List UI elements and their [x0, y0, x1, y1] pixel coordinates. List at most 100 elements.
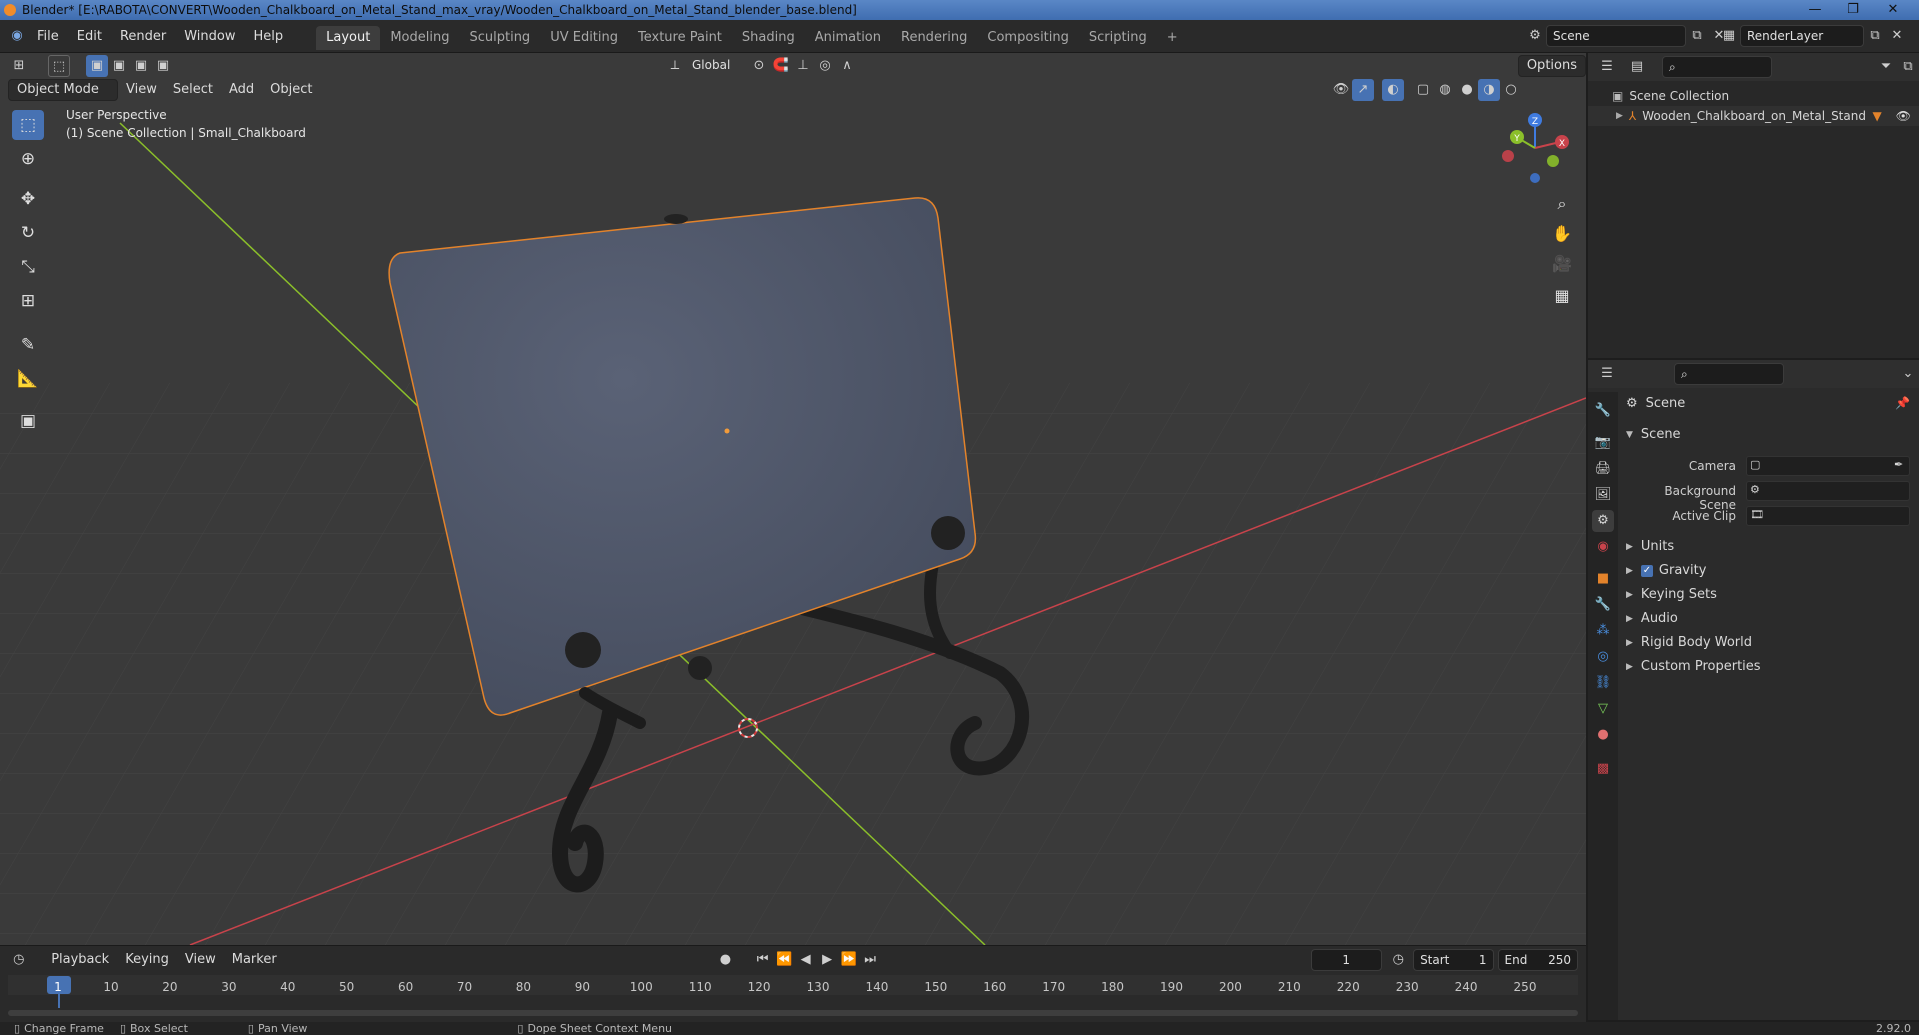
- editor-type-icon[interactable]: ⊞: [8, 55, 30, 77]
- viewport-menu-object[interactable]: Object: [262, 78, 320, 102]
- render-tab-icon[interactable]: 📷: [1592, 432, 1614, 454]
- start-frame-field[interactable]: Start 1: [1413, 949, 1494, 971]
- scene-new-icon[interactable]: ⧉: [1686, 25, 1708, 47]
- camera-view-icon[interactable]: 🎥: [1548, 250, 1576, 278]
- custom-properties-subpanel[interactable]: ▶ Custom Properties: [1626, 659, 1761, 674]
- snap-icon[interactable]: 🧲: [770, 55, 792, 77]
- gravity-checkbox[interactable]: ✓: [1640, 564, 1653, 577]
- new-collection-icon[interactable]: ⧉: [1897, 56, 1919, 78]
- scene-selector[interactable]: ⚙ Scene ⧉ ✕: [1524, 25, 1730, 47]
- use-preview-range-icon[interactable]: ◷: [1388, 949, 1410, 971]
- navigation-gizmo[interactable]: Z X Y: [1490, 108, 1570, 188]
- viewport-menu-view[interactable]: View: [118, 78, 165, 102]
- timeline-menu-playback[interactable]: Playback: [43, 948, 117, 972]
- object-tab-icon[interactable]: ■: [1592, 568, 1614, 590]
- physics-tab-icon[interactable]: ◎: [1592, 646, 1614, 668]
- outliner-item-row[interactable]: ▶ ⅄ Wooden_Chalkboard_on_Metal_Stand ▼ 👁: [1588, 106, 1919, 126]
- add-workspace-button[interactable]: +: [1157, 26, 1188, 50]
- cursor-tool-icon[interactable]: ⊕: [12, 144, 44, 174]
- play-reverse-icon[interactable]: ◀: [795, 949, 817, 971]
- rendered-shading-icon[interactable]: ○: [1500, 79, 1522, 101]
- properties-options-icon[interactable]: ⌄: [1897, 363, 1919, 385]
- timeline-scrollbar[interactable]: [8, 1010, 1578, 1016]
- tab-compositing[interactable]: Compositing: [977, 26, 1079, 50]
- tab-layout[interactable]: Layout: [316, 26, 381, 50]
- constraints-tab-icon[interactable]: ⛓: [1592, 672, 1614, 694]
- outliner-search-input[interactable]: ⌕: [1662, 56, 1772, 78]
- proportional-edit-icon[interactable]: ◎: [814, 55, 836, 77]
- play-icon[interactable]: ▶: [816, 949, 838, 971]
- properties-search-input[interactable]: ⌕: [1674, 363, 1784, 385]
- material-shading-icon[interactable]: ◑: [1478, 79, 1500, 101]
- tab-sculpting[interactable]: Sculpting: [459, 26, 540, 50]
- menu-edit[interactable]: Edit: [68, 20, 111, 53]
- rigid-body-world-subpanel[interactable]: ▶ Rigid Body World: [1626, 635, 1752, 650]
- texture-tab-icon[interactable]: ▩: [1592, 758, 1614, 780]
- pin-icon[interactable]: 📌: [1895, 396, 1910, 410]
- output-tab-icon[interactable]: 🖨: [1592, 458, 1614, 480]
- renderlayer-new-icon[interactable]: ⧉: [1864, 25, 1886, 47]
- data-tab-icon[interactable]: ▽: [1592, 698, 1614, 720]
- overlay-toggle-icon[interactable]: ◐: [1382, 79, 1404, 101]
- view-layer-tab-icon[interactable]: 🖼: [1592, 484, 1614, 506]
- select-mode-subtract-icon[interactable]: ▣: [130, 55, 152, 77]
- material-tab-icon[interactable]: ●: [1592, 724, 1614, 746]
- world-tab-icon[interactable]: ◉: [1592, 536, 1614, 558]
- snap-target-icon[interactable]: ⊥: [792, 55, 814, 77]
- gizmo-toggle-icon[interactable]: ↗: [1352, 79, 1374, 101]
- active-clip-field[interactable]: [1746, 506, 1910, 526]
- tab-shading[interactable]: Shading: [732, 26, 805, 50]
- tab-texture-paint[interactable]: Texture Paint: [628, 26, 732, 50]
- timeline-editor-type-icon[interactable]: ◷: [8, 949, 30, 971]
- gravity-subpanel[interactable]: ▶ ✓ Gravity: [1626, 563, 1706, 578]
- background-scene-field[interactable]: [1746, 481, 1910, 501]
- outliner-root-row[interactable]: ▣ Scene Collection: [1588, 86, 1919, 106]
- xray-icon[interactable]: ▢: [1412, 79, 1434, 101]
- tab-rendering[interactable]: Rendering: [891, 26, 977, 50]
- jump-start-icon[interactable]: ⏮: [752, 949, 774, 971]
- keying-sets-subpanel[interactable]: ▶ Keying Sets: [1626, 587, 1717, 602]
- tool-tab-icon[interactable]: 🔧: [1592, 400, 1614, 422]
- select-box-tool-icon[interactable]: ⬚: [12, 110, 44, 140]
- ortho-toggle-icon[interactable]: ▦: [1548, 282, 1576, 310]
- jump-end-icon[interactable]: ⏭: [859, 949, 881, 971]
- timeline-menu-view[interactable]: View: [177, 948, 224, 972]
- modifier-tab-icon[interactable]: 🔧: [1592, 594, 1614, 616]
- eyedropper-icon[interactable]: ✒: [1894, 458, 1903, 471]
- zoom-icon[interactable]: ⌕: [1548, 190, 1576, 218]
- annotate-tool-icon[interactable]: ✎: [12, 330, 44, 360]
- jump-keyframe-back-icon[interactable]: ⏪: [773, 949, 795, 971]
- filter-icon[interactable]: ⏷: [1875, 56, 1897, 78]
- menu-render[interactable]: Render: [111, 20, 175, 53]
- timeline-menu-marker[interactable]: Marker: [224, 948, 285, 972]
- add-cube-tool-icon[interactable]: ▣: [12, 406, 44, 436]
- close-icon[interactable]: ✕: [1878, 1, 1908, 18]
- renderlayer-delete-icon[interactable]: ✕: [1886, 25, 1908, 47]
- tab-animation[interactable]: Animation: [805, 26, 891, 50]
- select-mode-new-icon[interactable]: ▣: [86, 55, 108, 77]
- visibility-icon[interactable]: 👁: [1330, 79, 1352, 101]
- renderlayer-name-field[interactable]: RenderLayer: [1740, 25, 1864, 47]
- eye-visibility-icon[interactable]: 👁: [1896, 109, 1911, 123]
- particles-tab-icon[interactable]: ⁂: [1592, 620, 1614, 642]
- current-frame-field[interactable]: 1: [1310, 949, 1382, 971]
- renderlayer-selector[interactable]: ▦ RenderLayer ⧉ ✕: [1718, 25, 1908, 47]
- rotate-tool-icon[interactable]: ↻: [12, 218, 44, 248]
- display-mode-icon[interactable]: ▤: [1626, 56, 1648, 78]
- menu-file[interactable]: File: [28, 20, 68, 53]
- jump-keyframe-forward-icon[interactable]: ⏩: [838, 949, 860, 971]
- 3d-viewport[interactable]: [0, 53, 1586, 945]
- tab-modeling[interactable]: Modeling: [380, 26, 459, 50]
- auto-keying-icon[interactable]: ●: [715, 949, 737, 971]
- pivot-point-icon[interactable]: ⊙: [748, 55, 770, 77]
- solid-shading-icon[interactable]: ●: [1456, 79, 1478, 101]
- scene-name-field[interactable]: Scene: [1546, 25, 1686, 47]
- properties-editor-type-icon[interactable]: ☰: [1596, 363, 1618, 385]
- minimize-icon[interactable]: —: [1800, 1, 1830, 18]
- transform-tool-icon[interactable]: ⊞: [12, 286, 44, 316]
- pan-hand-icon[interactable]: ✋: [1548, 220, 1576, 248]
- end-frame-field[interactable]: End 250: [1497, 949, 1578, 971]
- tab-uv-editing[interactable]: UV Editing: [540, 26, 628, 50]
- units-subpanel[interactable]: ▶ Units: [1626, 539, 1674, 554]
- blender-menu-icon[interactable]: ◉: [6, 25, 28, 47]
